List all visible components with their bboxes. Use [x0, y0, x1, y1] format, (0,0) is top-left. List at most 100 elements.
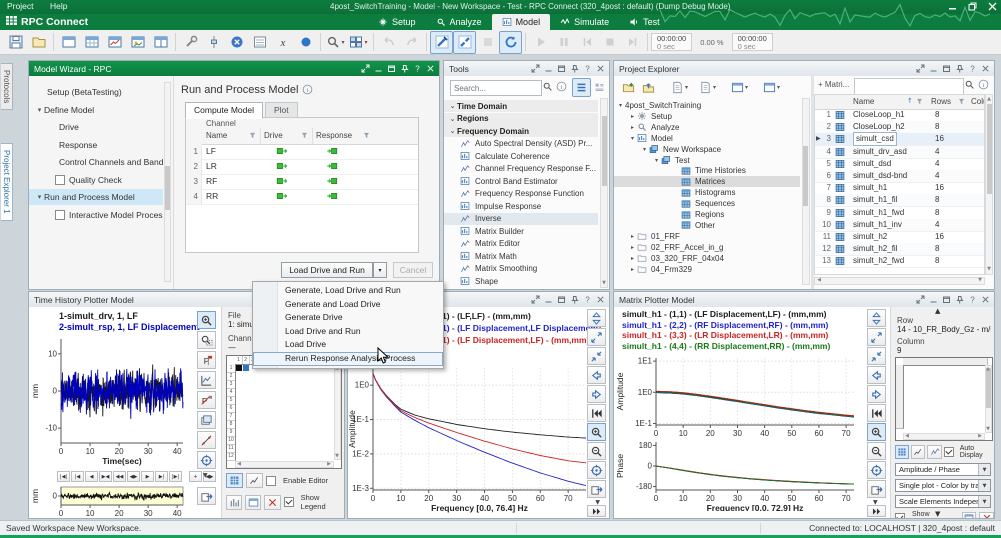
matrix-row-closeloop_h2[interactable]: 2CloseLoop_h28 [815, 121, 984, 134]
scroll-up-icon[interactable]: ▲ [984, 365, 992, 373]
dropdown-arrow-icon[interactable]: ▾ [341, 39, 344, 46]
toolbar-disconnect-button[interactable] [453, 31, 476, 54]
auto-display-checkbox[interactable] [944, 447, 954, 457]
pe-tree-item-analyze[interactable]: ▸Analyze [614, 122, 800, 133]
toolbar-win-new-button[interactable] [57, 31, 80, 54]
pe-tree-scrollbar-thumb[interactable] [803, 146, 808, 206]
load-drive-and-run-button[interactable]: Load Drive and Run [281, 262, 373, 278]
menu-item-generate-and-load-drive[interactable]: Generate and Load Drive [253, 298, 443, 312]
sidebar-scroll-up-icon[interactable]: ▲ [935, 307, 940, 315]
cmp-fast-forward-button[interactable] [587, 505, 606, 517]
tools-scrollbar-thumb[interactable] [602, 116, 607, 186]
selected-cell-black[interactable] [236, 365, 242, 371]
matrix-row-simult_h2_fwd[interactable]: 13simult_h2_fwd8 [815, 255, 984, 268]
toolbar-undo-button[interactable] [377, 31, 400, 54]
th-tool-flag-pr-button[interactable]: P [197, 391, 216, 409]
tool-item-matrix-math[interactable]: Matrix Math [444, 250, 598, 262]
view-detail-button[interactable] [590, 78, 609, 97]
col-header-name[interactable]: Name [206, 131, 227, 140]
wizard-tree-item-run-and-process-model[interactable]: ▾Run and Process Model [29, 189, 163, 205]
combo-dropdown-icon[interactable]: ▼ [978, 480, 990, 491]
matrix-search-input[interactable] [854, 78, 964, 95]
channel-row-rf[interactable]: 3RF [186, 174, 418, 190]
checkbox-unchecked[interactable] [55, 175, 65, 185]
mp-tool-arr-right-button[interactable] [867, 385, 886, 403]
col-header-rows[interactable]: Rows [931, 97, 951, 106]
pe-tree-item-new-workspace[interactable]: ▾New Workspace [614, 144, 800, 155]
minimize-icon[interactable] [373, 63, 384, 74]
channel-selector-grid[interactable]: 1234567891011121314123456789101112▲▼◀▶ [226, 355, 342, 469]
matrix-row-simult_csd[interactable]: 3▶simult_csd16 [815, 133, 984, 146]
tools-category-frequency-domain[interactable]: ⌄Frequency Domain [444, 125, 598, 137]
mp-tool-skip-start-button[interactable] [867, 404, 886, 422]
menu-project[interactable]: Project [0, 0, 40, 12]
side-tab-protocols[interactable]: Protocols [1, 63, 13, 110]
plot-nav-button[interactable]: ▶◀ [99, 471, 112, 482]
ribbon-tab-simulate[interactable]: Simulate [550, 14, 619, 30]
plot-nav-button[interactable]: ◀ [85, 471, 98, 482]
plot-nav-button[interactable]: + [189, 471, 202, 482]
grid-row-header[interactable] [896, 421, 904, 429]
th-tools-more-icon[interactable]: ▼ [203, 472, 208, 479]
minimize-icon[interactable] [543, 294, 554, 305]
col-header-name[interactable]: Name [853, 97, 874, 106]
matrix-row-simult_h2_fil[interactable]: 12simult_h2_fil8 [815, 243, 984, 256]
info-icon[interactable]: i [556, 81, 567, 94]
matrix-row-simult_dsd-bnd[interactable]: 6simult_dsd-bnd4 [815, 170, 984, 183]
plot-nav-button[interactable]: |◀| [57, 471, 70, 482]
tool-item-auto-spectral-density-asd-pr-[interactable]: Auto Spectral Density (ASD) Pr... [444, 138, 598, 150]
toolbar-probe-button[interactable]: ▾ [324, 31, 347, 54]
maximize-icon[interactable] [941, 294, 952, 305]
toolbar-play-button[interactable] [529, 31, 552, 54]
dropdown-arrow-icon[interactable]: ▾ [364, 39, 367, 46]
pe-tree-item-02-frf-accel-in-g[interactable]: ▸02_FRF_Accel_in_g [614, 242, 800, 253]
scale-mode-combo[interactable]: Scale Elements Independently▼ [895, 495, 991, 508]
expander-right-icon[interactable]: ▸ [628, 266, 637, 273]
float-icon[interactable] [530, 294, 541, 305]
maximize-icon[interactable] [556, 294, 567, 305]
matrix-row-simult_h1[interactable]: 7simult_h116 [815, 182, 984, 195]
toolbar-redo-button[interactable] [400, 31, 423, 54]
plot-nav-button[interactable]: |▶| [169, 471, 182, 482]
pe-tree-item-matrices[interactable]: Matrices [614, 176, 800, 187]
menu-item-rerun-response-analysis-process[interactable]: Rerun Response Analysis Process [253, 352, 443, 366]
pe-tree-item-histograms[interactable]: Histograms [614, 187, 800, 198]
toolbar-formula-button[interactable]: x [271, 31, 294, 54]
wizard-tree-item-define-model[interactable]: ▾Define Model [29, 102, 163, 118]
legend-window-button[interactable] [962, 512, 977, 519]
cmp-tool-collapse-button[interactable] [587, 347, 606, 365]
pe-tree-item-03-320-frf-04x04[interactable]: ▸03_320_FRF_04x04 [614, 253, 800, 264]
float-icon[interactable] [530, 63, 541, 74]
cmp-tool-updown-button[interactable] [587, 309, 606, 327]
show-legend-checkbox[interactable] [284, 497, 294, 507]
expander-right-icon[interactable]: ▸ [628, 244, 637, 251]
toolbar-win-image-button[interactable] [126, 31, 149, 54]
toolbar-save-button[interactable] [4, 31, 27, 54]
wizard-tree-item-setup-betatesting-[interactable]: Setup (BetaTesting) [29, 84, 163, 100]
toolbar-win-split-button[interactable] [149, 31, 172, 54]
sidebar-scroll-down-icon[interactable]: ▼ [935, 510, 940, 518]
dropdown-arrow-icon[interactable]: ▾ [713, 84, 716, 91]
ribbon-tab-analyze[interactable]: Analyze [426, 14, 492, 30]
toolbar-connect-button[interactable] [430, 31, 453, 54]
scroll-right-icon[interactable]: ▶ [976, 432, 984, 440]
close-icon[interactable] [980, 294, 991, 305]
toolbar-stop-gray-button[interactable] [476, 31, 499, 54]
trace-mode-button[interactable] [911, 445, 925, 459]
tool-item-inverse[interactable]: Inverse [444, 213, 598, 225]
wizard-tab-compute-model[interactable]: Compute Model [185, 102, 263, 119]
toolbar-stop-button[interactable] [598, 31, 621, 54]
grid-hscrollbar[interactable] [235, 461, 334, 468]
th-tool-mag-plus-button[interactable] [197, 311, 216, 329]
th-tool-line-slope-button[interactable] [197, 431, 216, 449]
pe-tree-item-4post-switchtraining[interactable]: ▾4post_SwitchTraining [614, 100, 800, 111]
pe-tree-item-other[interactable]: Other [614, 220, 800, 231]
expander-down-icon[interactable]: ▾ [640, 146, 649, 153]
info-icon[interactable]: i [978, 79, 989, 92]
float-icon[interactable] [915, 294, 926, 305]
toolbar-win-chart-button[interactable] [103, 31, 126, 54]
expander-down-icon[interactable]: ▾ [652, 157, 661, 164]
matrix-row-simult_drv_asd[interactable]: 4simult_drv_asd4 [815, 146, 984, 159]
col-header-response[interactable]: Response [316, 131, 352, 140]
plot-nav-button[interactable]: ◀▶ [127, 471, 140, 482]
